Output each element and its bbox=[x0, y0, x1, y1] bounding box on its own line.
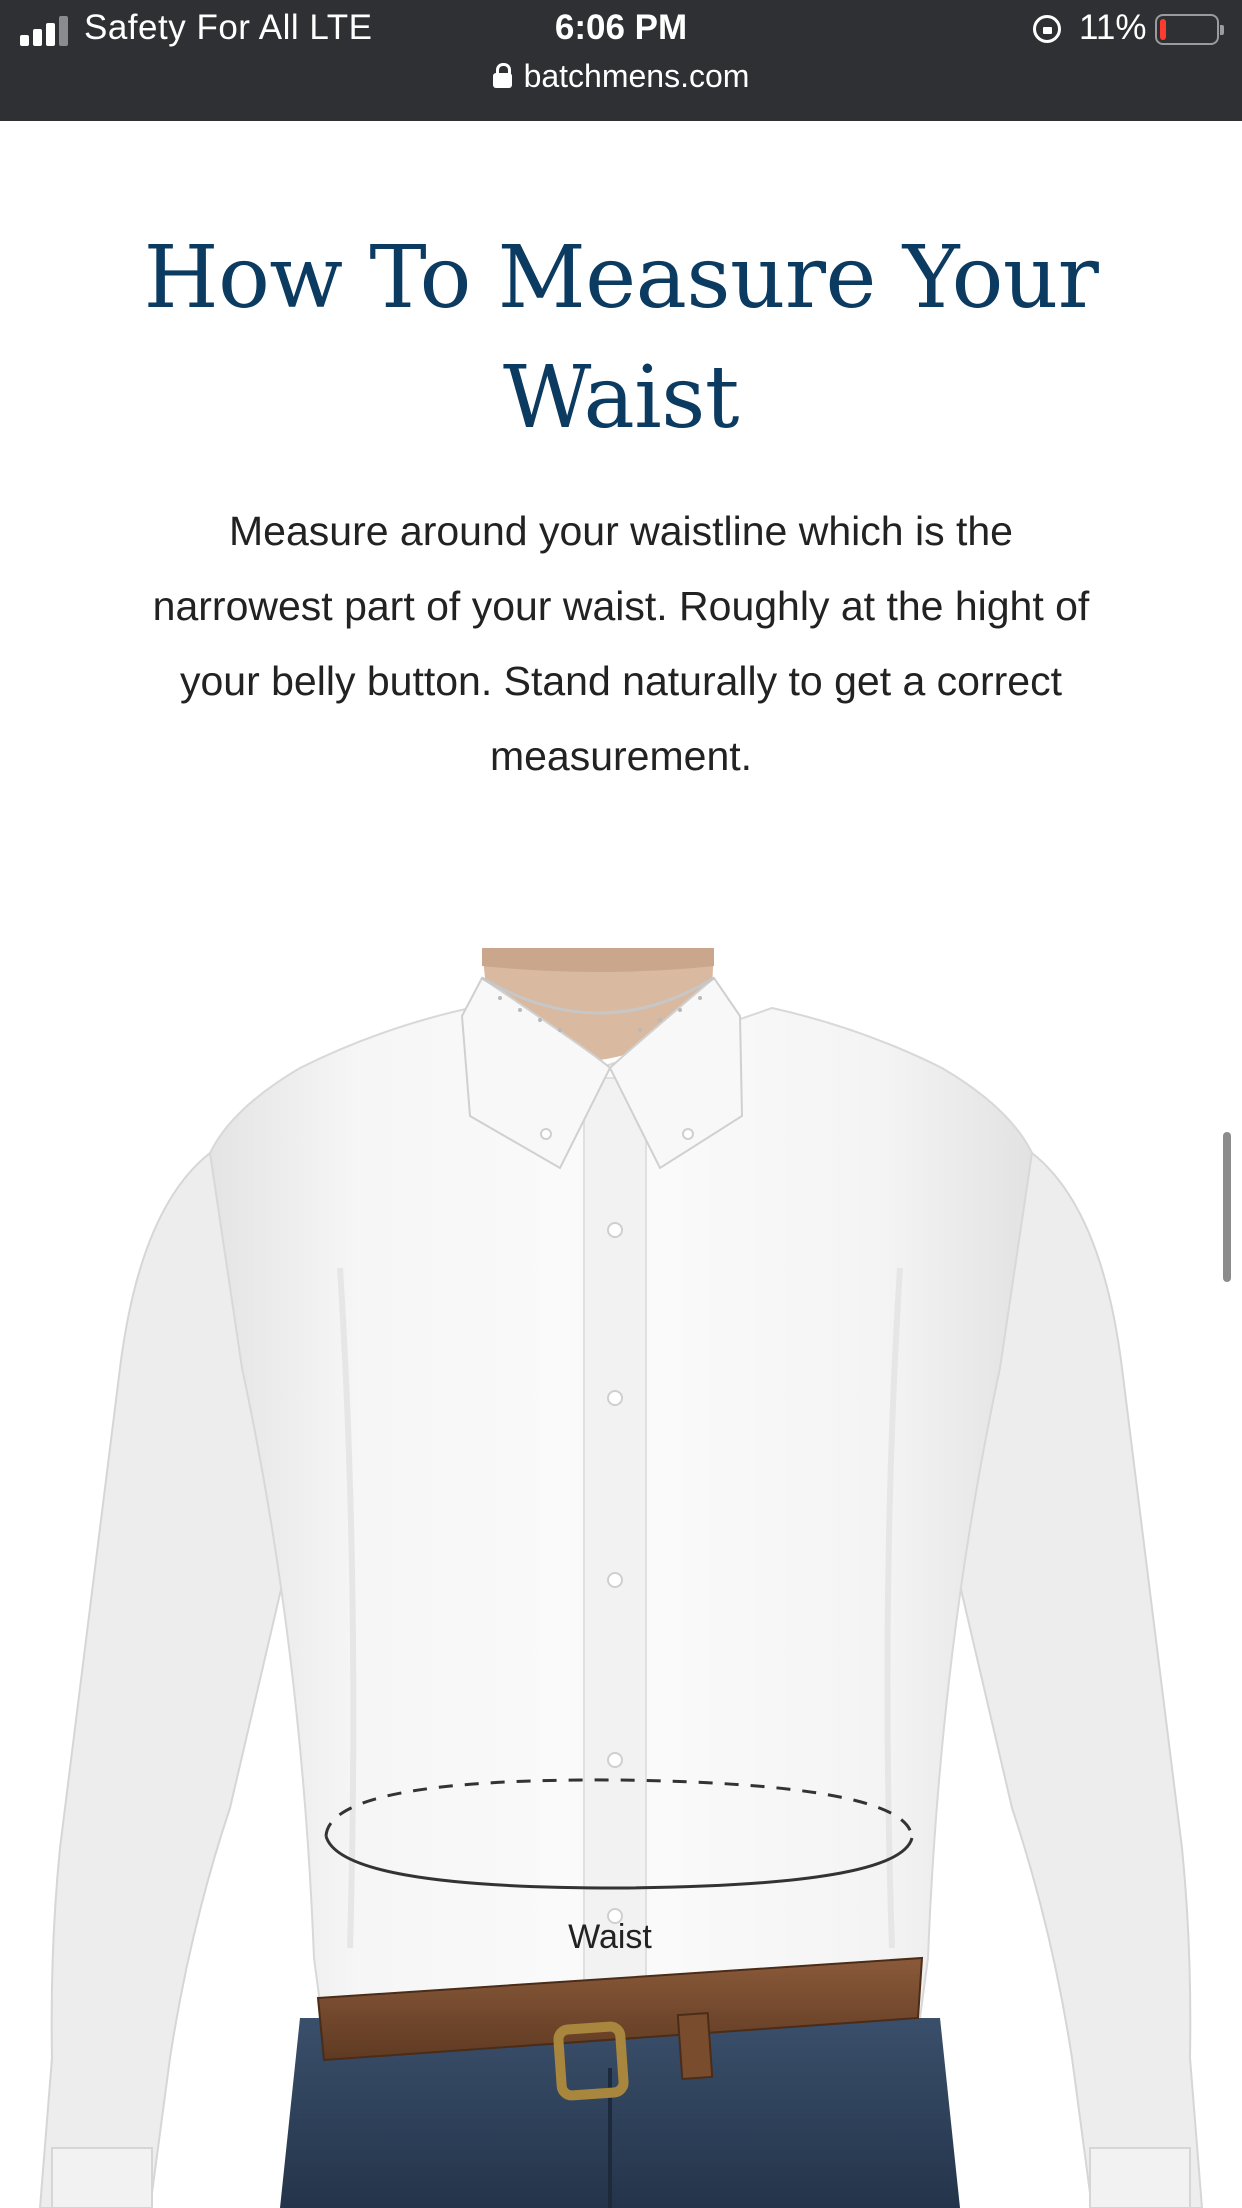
url-bar[interactable]: batchmens.com bbox=[0, 58, 1242, 95]
orientation-lock-icon bbox=[1033, 15, 1061, 43]
url-text: batchmens.com bbox=[523, 58, 750, 94]
battery-level bbox=[1160, 19, 1166, 40]
battery-icon bbox=[1155, 14, 1224, 45]
page-title: How To Measure Your Waist bbox=[143, 228, 1099, 448]
waist-measurement-image: Waist bbox=[38, 948, 1204, 2208]
battery-percent: 11% bbox=[1079, 8, 1147, 47]
lock-icon bbox=[492, 63, 512, 88]
page-scrollbar[interactable] bbox=[1223, 1132, 1231, 1282]
status-bar: Safety For All LTE 6:06 PM 11% batchmens… bbox=[0, 0, 1242, 121]
waist-label: Waist bbox=[568, 1918, 652, 1956]
measure-description: Measure around your waistline which is t… bbox=[152, 508, 1090, 779]
